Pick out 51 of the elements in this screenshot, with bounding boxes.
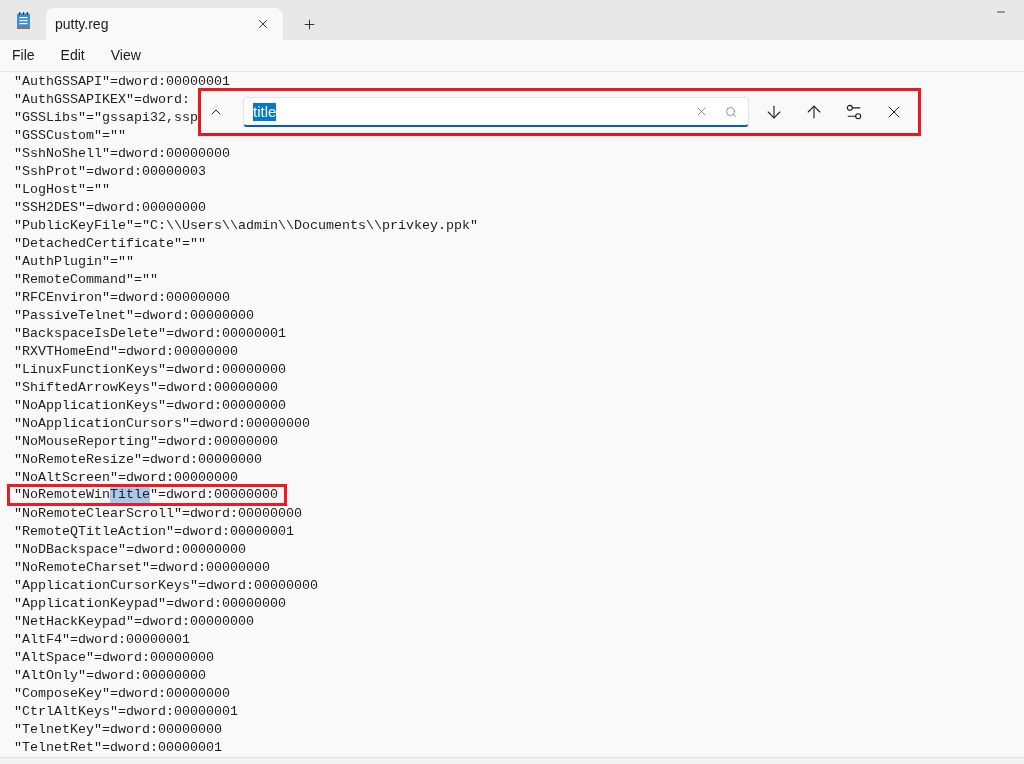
code-line: "GSSLibs"="gssapi32,ssp <box>14 110 198 124</box>
code-line: "LogHost"="" <box>14 182 110 196</box>
code-line: "NoApplicationCursors"=dword:00000000 <box>14 416 310 430</box>
find-input-field[interactable]: title <box>243 97 749 127</box>
code-line: "RFCEnviron"=dword:00000000 <box>14 290 230 304</box>
close-icon <box>256 17 270 31</box>
code-line: "ApplicationCursorKeys"=dword:00000000 <box>14 578 318 592</box>
code-line: "CtrlAltKeys"=dword:00000001 <box>14 704 238 718</box>
code-line: "AuthGSSAPI"=dword:00000001 <box>14 74 230 88</box>
code-text: "NoRemoteWin <box>14 487 110 503</box>
code-line: "RemoteQTitleAction"=dword:00000001 <box>14 524 294 538</box>
code-line: "LinuxFunctionKeys"=dword:00000000 <box>14 362 286 376</box>
code-line: "RemoteCommand"="" <box>14 272 158 286</box>
code-line: "NoApplicationKeys"=dword:00000000 <box>14 398 286 412</box>
code-line: "RXVTHomeEnd"=dword:00000000 <box>14 344 238 358</box>
code-line: "AltF4"=dword:00000001 <box>14 632 190 646</box>
menu-item[interactable]: File <box>4 42 43 69</box>
code-line: "PassiveTelnet"=dword:00000000 <box>14 308 254 322</box>
code-line: "ComposeKey"=dword:00000000 <box>14 686 230 700</box>
code-line: "AltOnly"=dword:00000000 <box>14 668 206 682</box>
plus-icon <box>301 16 317 32</box>
code-line: "NetHackKeypad"=dword:00000000 <box>14 614 254 628</box>
code-line: "SshProt"=dword:00000003 <box>14 164 206 178</box>
search-match-highlight: Title <box>110 487 150 503</box>
code-line: "GSSCustom"="" <box>14 128 126 142</box>
code-line: "DetachedCertificate"="" <box>14 236 206 250</box>
code-line: "ApplicationKeypad"=dword:00000000 <box>14 596 286 610</box>
code-line: "SshNoShell"=dword:00000000 <box>14 146 230 160</box>
notepad-icon <box>16 11 30 29</box>
menu-item[interactable]: View <box>102 42 149 69</box>
code-line: "PublicKeyFile"="C:\\Users\\admin\\Documents\\privkey.ppk" <box>14 218 478 232</box>
menu-item[interactable]: Edit <box>52 42 93 69</box>
search-query: title <box>253 102 277 121</box>
code-line: "AltSpace"=dword:00000000 <box>14 650 214 664</box>
code-line: "ShiftedArrowKeys"=dword:00000000 <box>14 380 278 394</box>
code-line: "NoRemoteClearScroll"=dword:00000000 <box>14 506 302 520</box>
code-line: "NoDBackspace"=dword:00000000 <box>14 542 246 556</box>
code-line: "NoRemoteResize"=dword:00000000 <box>14 452 262 466</box>
code-line: "NoMouseReporting"=dword:00000000 <box>14 434 278 448</box>
code-line: "BackspaceIsDelete"=dword:00000001 <box>14 326 286 340</box>
code-line: "SSH2DES"=dword:00000000 <box>14 200 206 214</box>
code-line: "AuthPlugin"="" <box>14 254 134 268</box>
sliders-icon <box>844 102 864 122</box>
code-line: "AuthGSSAPIKEX"=dword: <box>14 92 190 106</box>
code-line: "NoAltScreen"=dword:00000000 <box>14 470 238 484</box>
search-icon <box>725 105 737 118</box>
code-line: "NoRemoteCharset"=dword:00000000 <box>14 560 270 574</box>
file-tab[interactable]: putty.reg <box>46 8 283 40</box>
code-line: "TelnetRet"=dword:00000001 <box>14 740 222 754</box>
code-text: "=dword:00000000 <box>150 487 278 503</box>
code-line: "TelnetKey"=dword:00000000 <box>14 722 222 736</box>
